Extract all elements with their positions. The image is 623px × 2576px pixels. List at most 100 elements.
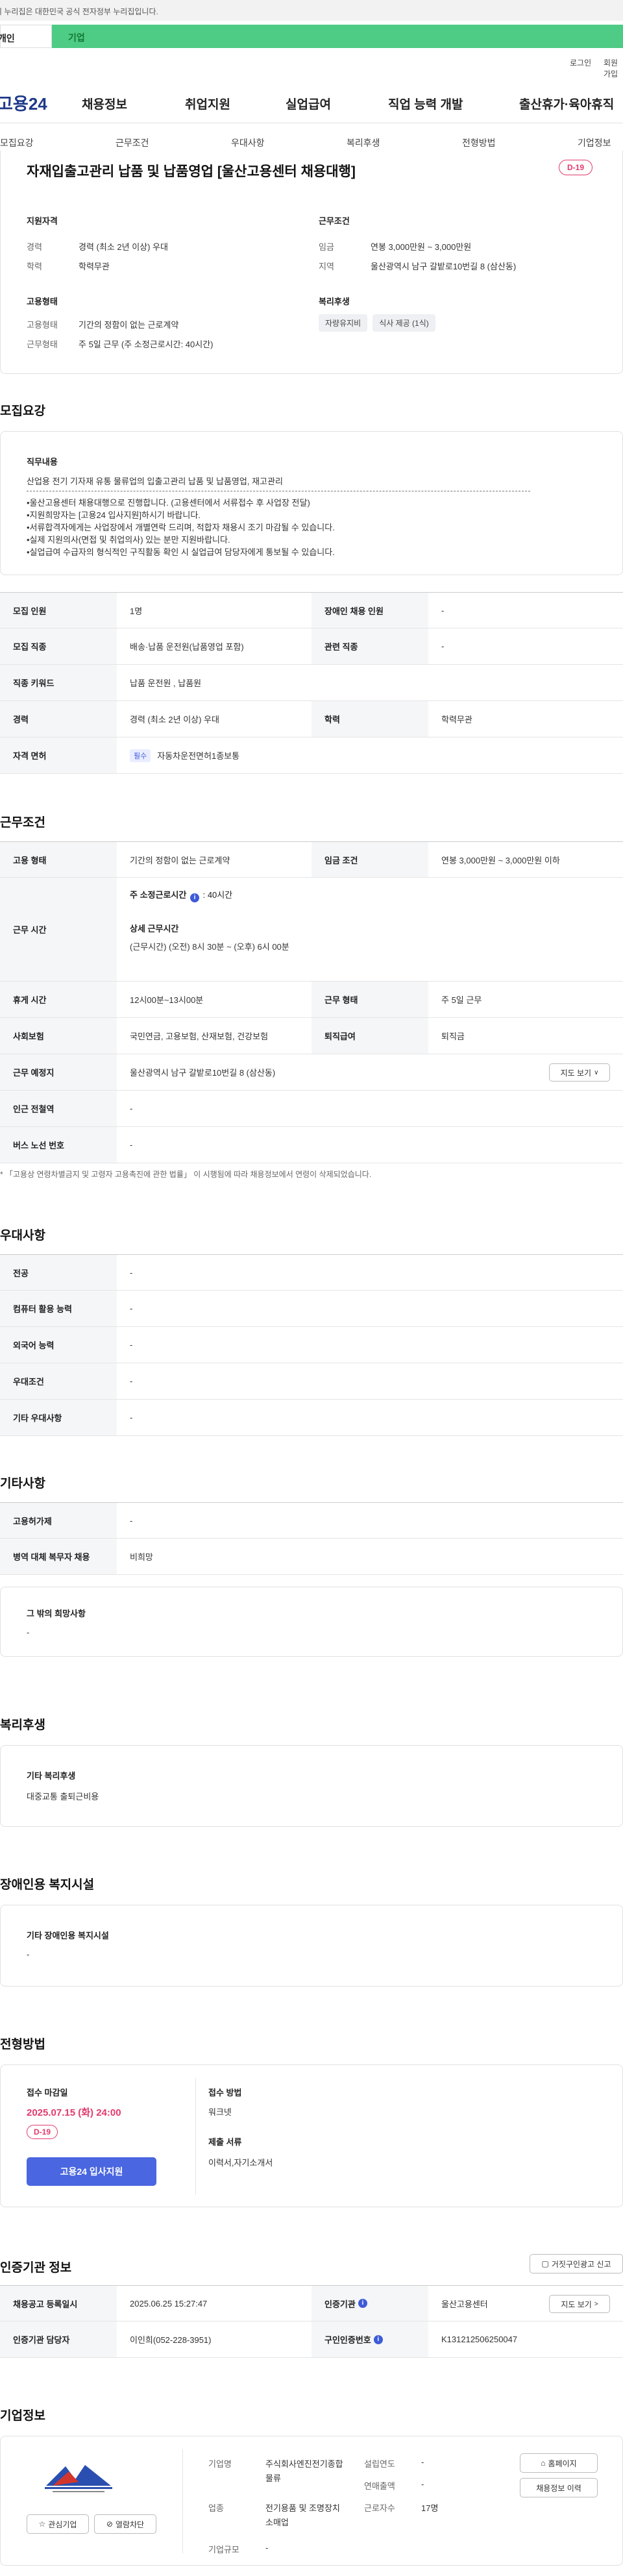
- benefit-title: 기타 복리후생: [27, 1771, 76, 1781]
- signup-link[interactable]: 회원가입: [604, 57, 623, 79]
- company-field-value: 17명: [421, 2503, 439, 2513]
- gov-banner: 이 누리집은 대한민국 공식 전자정부 누리집입니다.: [0, 0, 623, 21]
- table-row: 컴퓨터 활용 능력 -: [0, 1291, 623, 1327]
- block-label: 열람차단: [115, 2520, 145, 2529]
- apply-button[interactable]: 고용24 입사지원: [27, 2157, 156, 2186]
- site-logo[interactable]: 고용24: [0, 91, 47, 115]
- row-header: 모집 인원: [0, 593, 117, 628]
- row-header: 우대조건: [0, 1363, 117, 1399]
- dday-badge: D-19: [559, 160, 593, 175]
- report-fake-ad-button[interactable]: ▢ 거짓구인광고 신고: [530, 2254, 623, 2273]
- row-value: 비희망: [130, 1552, 153, 1562]
- info-icon[interactable]: i: [358, 2299, 367, 2308]
- method-value: 워크넷: [208, 2107, 232, 2117]
- cert-heading: 인증기관 정보: [0, 2261, 72, 2275]
- block-view-button[interactable]: ⊘ 열람차단: [94, 2514, 156, 2534]
- row-header: 버스 노선 번호: [0, 1127, 117, 1163]
- nav-unemployment-benefit[interactable]: 실업급여: [286, 95, 331, 112]
- nav-vocational-training[interactable]: 직업 능력 개발: [388, 95, 463, 112]
- deadline-value: 2025.07.15 (화) 24:00: [27, 2107, 121, 2118]
- table-row: 전공 -: [0, 1254, 623, 1291]
- company-field-key: 기업명: [208, 2459, 232, 2469]
- emp-key: 근무형태: [27, 340, 58, 349]
- table-row: 직종 키워드 납품 운전원 , 납품원: [0, 665, 623, 701]
- row-header: 근무 예정지: [0, 1054, 117, 1090]
- row-value: 주 5일 근무: [441, 995, 482, 1005]
- nav-parental-leave[interactable]: 출산휴가·육아휴직: [519, 95, 614, 112]
- snb-work[interactable]: 근무조건: [116, 136, 149, 149]
- snb-pref[interactable]: 우대사항: [231, 136, 265, 149]
- row-value: 울산고용센터: [441, 2299, 488, 2309]
- row-header-label: 인증기관: [324, 2299, 356, 2309]
- welfare-title: 복리후생: [319, 297, 350, 306]
- nav-employment-support[interactable]: 취업지원: [185, 95, 230, 112]
- snb-recruit[interactable]: 모집요강: [0, 136, 34, 149]
- docs-title: 제출 서류: [208, 2137, 242, 2147]
- row-value: 필수 자동차운전면허1종보통: [130, 737, 584, 773]
- row-header: 근무 형태: [312, 982, 428, 1017]
- snb-process[interactable]: 전형방법: [462, 136, 496, 149]
- emp-title: 고용형태: [27, 297, 58, 306]
- favorite-company-button[interactable]: ☆ 관심기업: [27, 2514, 89, 2534]
- row-header: 경력: [0, 701, 117, 737]
- info-icon[interactable]: i: [373, 2334, 383, 2344]
- row-header: 채용공고 등록일시: [0, 2286, 117, 2321]
- favorite-label: 관심기업: [48, 2520, 77, 2529]
- row-header: 사회보험: [0, 1018, 117, 1054]
- benefit-value: 대중교통 출퇴근비용: [27, 1792, 99, 1802]
- row-value: -: [130, 1267, 133, 1278]
- company-field-key: 근로자수: [364, 2503, 395, 2513]
- row-value: 국민연금, 고용보험, 산재보험, 건강보험: [130, 1032, 269, 1041]
- hours-main-value: : 40시간: [202, 890, 233, 900]
- row-value: -: [130, 1413, 133, 1422]
- table-row: 휴게 시간 12시00분~13시00분 근무 형태 주 5일 근무: [0, 982, 623, 1018]
- company-field-value: -: [421, 2479, 424, 2489]
- row-value: -: [130, 1376, 133, 1386]
- table-row: 우대조건 -: [0, 1363, 623, 1400]
- cond-key: 지역: [319, 262, 334, 271]
- star-icon: ☆: [38, 2520, 46, 2529]
- map-button[interactable]: 지도 보기 ∨: [549, 1063, 610, 1082]
- job-history-button[interactable]: 채용정보 이력: [520, 2478, 598, 2497]
- row-value: -: [130, 1304, 133, 1313]
- row-header: 병역 대체 복무자 채용: [0, 1539, 117, 1574]
- other-wish-value: -: [27, 1628, 30, 1637]
- row-value: 기간의 정함이 없는 근로계약: [130, 855, 230, 865]
- info-icon[interactable]: i: [189, 893, 199, 902]
- row-header: 전공: [0, 1255, 117, 1290]
- table-row: 자격 면허 필수 자동차운전면허1종보통: [0, 737, 623, 774]
- row-value: 연봉 3,000만원 ~ 3,000만원 이하: [441, 855, 560, 865]
- row-value: -: [441, 605, 445, 615]
- chevron-down-icon: ∨: [594, 1069, 599, 1076]
- required-tag: 필수: [130, 749, 151, 762]
- company-box: ☆ 관심기업 ⊘ 열람차단 기업명 주식회사엔진전기종합물류 업종 전기용품 및 조…: [0, 2436, 623, 2566]
- snb-benefit[interactable]: 복리후생: [347, 136, 380, 149]
- table-row: 외국어 능력 -: [0, 1327, 623, 1363]
- divider: [195, 2078, 196, 2195]
- login-link[interactable]: 로그인: [570, 57, 591, 68]
- nav-jobs[interactable]: 채용정보: [82, 95, 127, 112]
- row-value: -: [130, 1104, 133, 1113]
- row-value: -: [130, 1340, 133, 1350]
- table-row: 고용 형태 기간의 정함이 없는 근로계약 임금 조건 연봉 3,000만원 ~…: [0, 841, 623, 878]
- row-header: 직종 키워드: [0, 665, 117, 700]
- company-field-key: 연매출액: [364, 2481, 395, 2491]
- snb-company[interactable]: 기업정보: [578, 136, 611, 149]
- cert-map-button[interactable]: 지도 보기 >: [549, 2295, 610, 2313]
- document-icon: ▢: [541, 2259, 549, 2268]
- table-row: 채용공고 등록일시 2025.06.25 15:27:47 인증기관 i 울산고용…: [0, 2285, 623, 2322]
- job-history-label: 채용정보 이력: [536, 2483, 581, 2493]
- notice-list: •울산고용센터 채용대행으로 진행합니다. (고용센터에서 서류접수 후 사업장…: [27, 497, 335, 558]
- benefit-box: 기타 복리후생 대중교통 출퇴근비용: [0, 1745, 623, 1827]
- qual-key: 경력: [27, 242, 42, 252]
- tab-personal[interactable]: 개인: [0, 25, 52, 48]
- other-wish-box: 그 밖의 희망사항 -: [0, 1587, 623, 1657]
- dday-badge: D-19: [27, 2125, 58, 2139]
- hours-main-label: 주 소정근로시간: [130, 890, 187, 900]
- chevron-right-icon: >: [594, 2300, 598, 2308]
- homepage-button[interactable]: ⌂ 홈페이지: [520, 2453, 598, 2473]
- tab-business[interactable]: 기업: [52, 25, 623, 48]
- table-row: 사회보험 국민연금, 고용보험, 산재보험, 건강보험 퇴직급여 퇴직금: [0, 1018, 623, 1054]
- notice-item: •실업급여 수급자의 형식적인 구직활동 확인 시 실업급여 담당자에게 통보될…: [27, 547, 335, 557]
- row-header: 인증기관 i: [312, 2286, 428, 2321]
